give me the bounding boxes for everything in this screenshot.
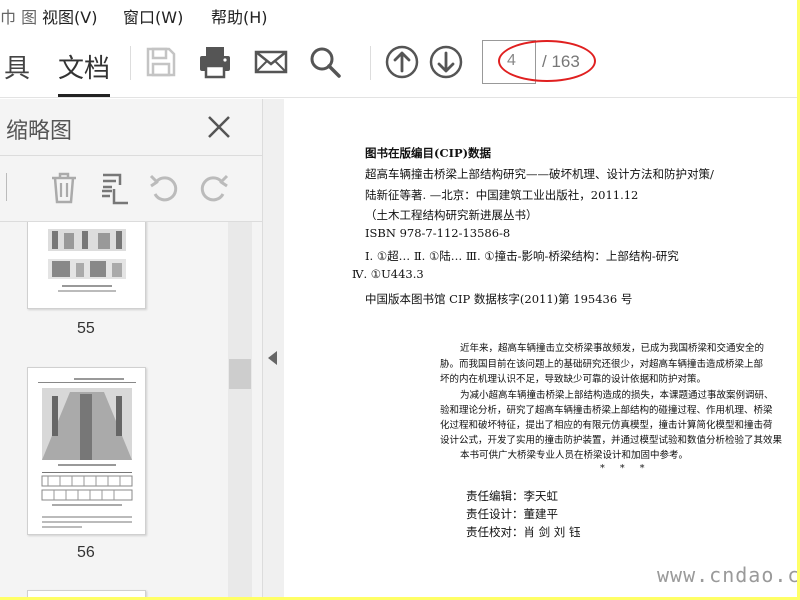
menu-item-partial[interactable]: 巾 图 xyxy=(0,4,37,28)
rotate-left-icon[interactable] xyxy=(148,171,180,205)
abstract-line: 验和理论分析，研究了超高车辆撞击桥梁上部结构的碰撞过程、作用机理、桥梁 xyxy=(440,405,773,416)
credit-line: 责任设计：董建平 xyxy=(466,507,558,521)
menu-item-window[interactable]: 窗口(W) xyxy=(123,4,183,28)
next-page-icon[interactable] xyxy=(428,44,464,80)
divider xyxy=(0,155,262,156)
divider xyxy=(6,173,7,201)
print-icon[interactable] xyxy=(197,44,233,80)
watermark: www.cndao.com xyxy=(657,563,797,587)
menu-item-view[interactable]: 视图(V) xyxy=(42,4,97,28)
abstract-line: 为减小超高车辆撞击桥梁上部结构造成的损失，本课题通过事故案例调研、 xyxy=(460,390,774,401)
extract-pages-icon[interactable] xyxy=(100,171,132,205)
app-window: 巾 图 视图(V) 窗口(W) 帮助(H) 具 文档 4 / 163 缩略图 5… xyxy=(0,0,797,597)
tab-document[interactable]: 文档 xyxy=(58,48,110,85)
previous-page-icon[interactable] xyxy=(384,44,420,80)
active-tab-indicator xyxy=(58,94,110,97)
toolbar: 具 文档 4 / 163 xyxy=(0,28,797,98)
cip-line: Ⅰ. ①超… Ⅱ. ①陆… Ⅲ. ①撞击-影响-桥梁结构：上部结构-研究 xyxy=(365,249,679,263)
panel-collapse-strip[interactable] xyxy=(263,99,284,597)
thumbnails-panel: 缩略图 55 56 xyxy=(0,99,263,597)
save-icon[interactable] xyxy=(143,44,179,80)
rotate-right-icon[interactable] xyxy=(198,171,230,205)
toolbar-divider xyxy=(370,46,371,80)
thumbnail-image xyxy=(48,229,126,292)
collapse-arrow-icon[interactable] xyxy=(268,351,277,365)
tab-tools[interactable]: 具 xyxy=(4,48,30,85)
close-icon[interactable] xyxy=(206,114,232,140)
trash-icon[interactable] xyxy=(48,171,80,205)
cip-heading: 图书在版编目(CIP)数据 xyxy=(365,146,492,160)
cip-line: Ⅳ. ①U443.3 xyxy=(352,267,424,281)
document-page: 图书在版编目(CIP)数据 超高车辆撞击桥梁上部结构研究——破坏机理、设计方法和… xyxy=(284,99,797,597)
abstract-line: 化过程和破坏特征，提出了相应的有限元仿真模型，撞击计算简化模型和撞击荷 xyxy=(440,420,773,431)
abstract-line: 胁。而我国目前在该问题上的基础研究还很少，对超高车辆撞击造成桥梁上部 xyxy=(440,359,764,370)
thumbnail-image xyxy=(38,378,136,528)
abstract-line: 坏的内在机理认识不足，导致缺少可靠的设计依据和防护对策。 xyxy=(440,374,707,385)
panel-title: 缩略图 xyxy=(6,119,73,144)
cip-line: （土木工程结构研究新进展丛书） xyxy=(365,208,538,222)
thumbnail-scrollbar[interactable] xyxy=(228,222,252,597)
menu-item-help[interactable]: 帮助(H) xyxy=(211,4,268,28)
cip-line: 超高车辆撞击桥梁上部结构研究——破坏机理、设计方法和防护对策/ xyxy=(365,167,714,181)
thumbnail-page-label: 55 xyxy=(77,320,95,337)
page-thumbnail-56[interactable] xyxy=(27,367,146,535)
thumbnail-list[interactable]: 55 56 xyxy=(0,222,228,597)
scrollbar-thumb[interactable] xyxy=(229,359,251,389)
cip-line: 陆新征等著. —北京：中国建筑工业出版社，2011.12 xyxy=(365,188,639,202)
cip-record: 中国版本图书馆 CIP 数据核字(2011)第 195436 号 xyxy=(365,292,633,306)
page-thumbnail-next[interactable] xyxy=(27,590,146,597)
credit-line: 责任编辑：李天虹 xyxy=(466,489,558,503)
credit-line: 责任校对：肖 剑 刘 钰 xyxy=(466,525,581,539)
thumbnail-page-label: 56 xyxy=(77,544,95,561)
abstract-line: 本书可供广大桥梁专业人员在桥梁设计和加固中参考。 xyxy=(460,450,689,461)
abstract-line: 设计公式，开发了实用的撞击防护装置，并通过模型试验和数值分析检验了其效果 xyxy=(440,435,783,446)
cip-line: ISBN 978-7-112-13586-8 xyxy=(365,226,511,240)
toolbar-divider xyxy=(130,46,131,80)
menu-bar: 巾 图 视图(V) 窗口(W) 帮助(H) xyxy=(0,0,797,28)
highlight-ellipse xyxy=(498,40,596,82)
abstract-line: 近年来，超高车辆撞击立交桥梁事故频发，已成为我国桥梁和交通安全的 xyxy=(460,343,765,354)
section-separator: * * * xyxy=(600,463,645,474)
search-icon[interactable] xyxy=(307,44,343,80)
email-icon[interactable] xyxy=(253,44,289,80)
page-thumbnail-55[interactable] xyxy=(27,222,146,309)
